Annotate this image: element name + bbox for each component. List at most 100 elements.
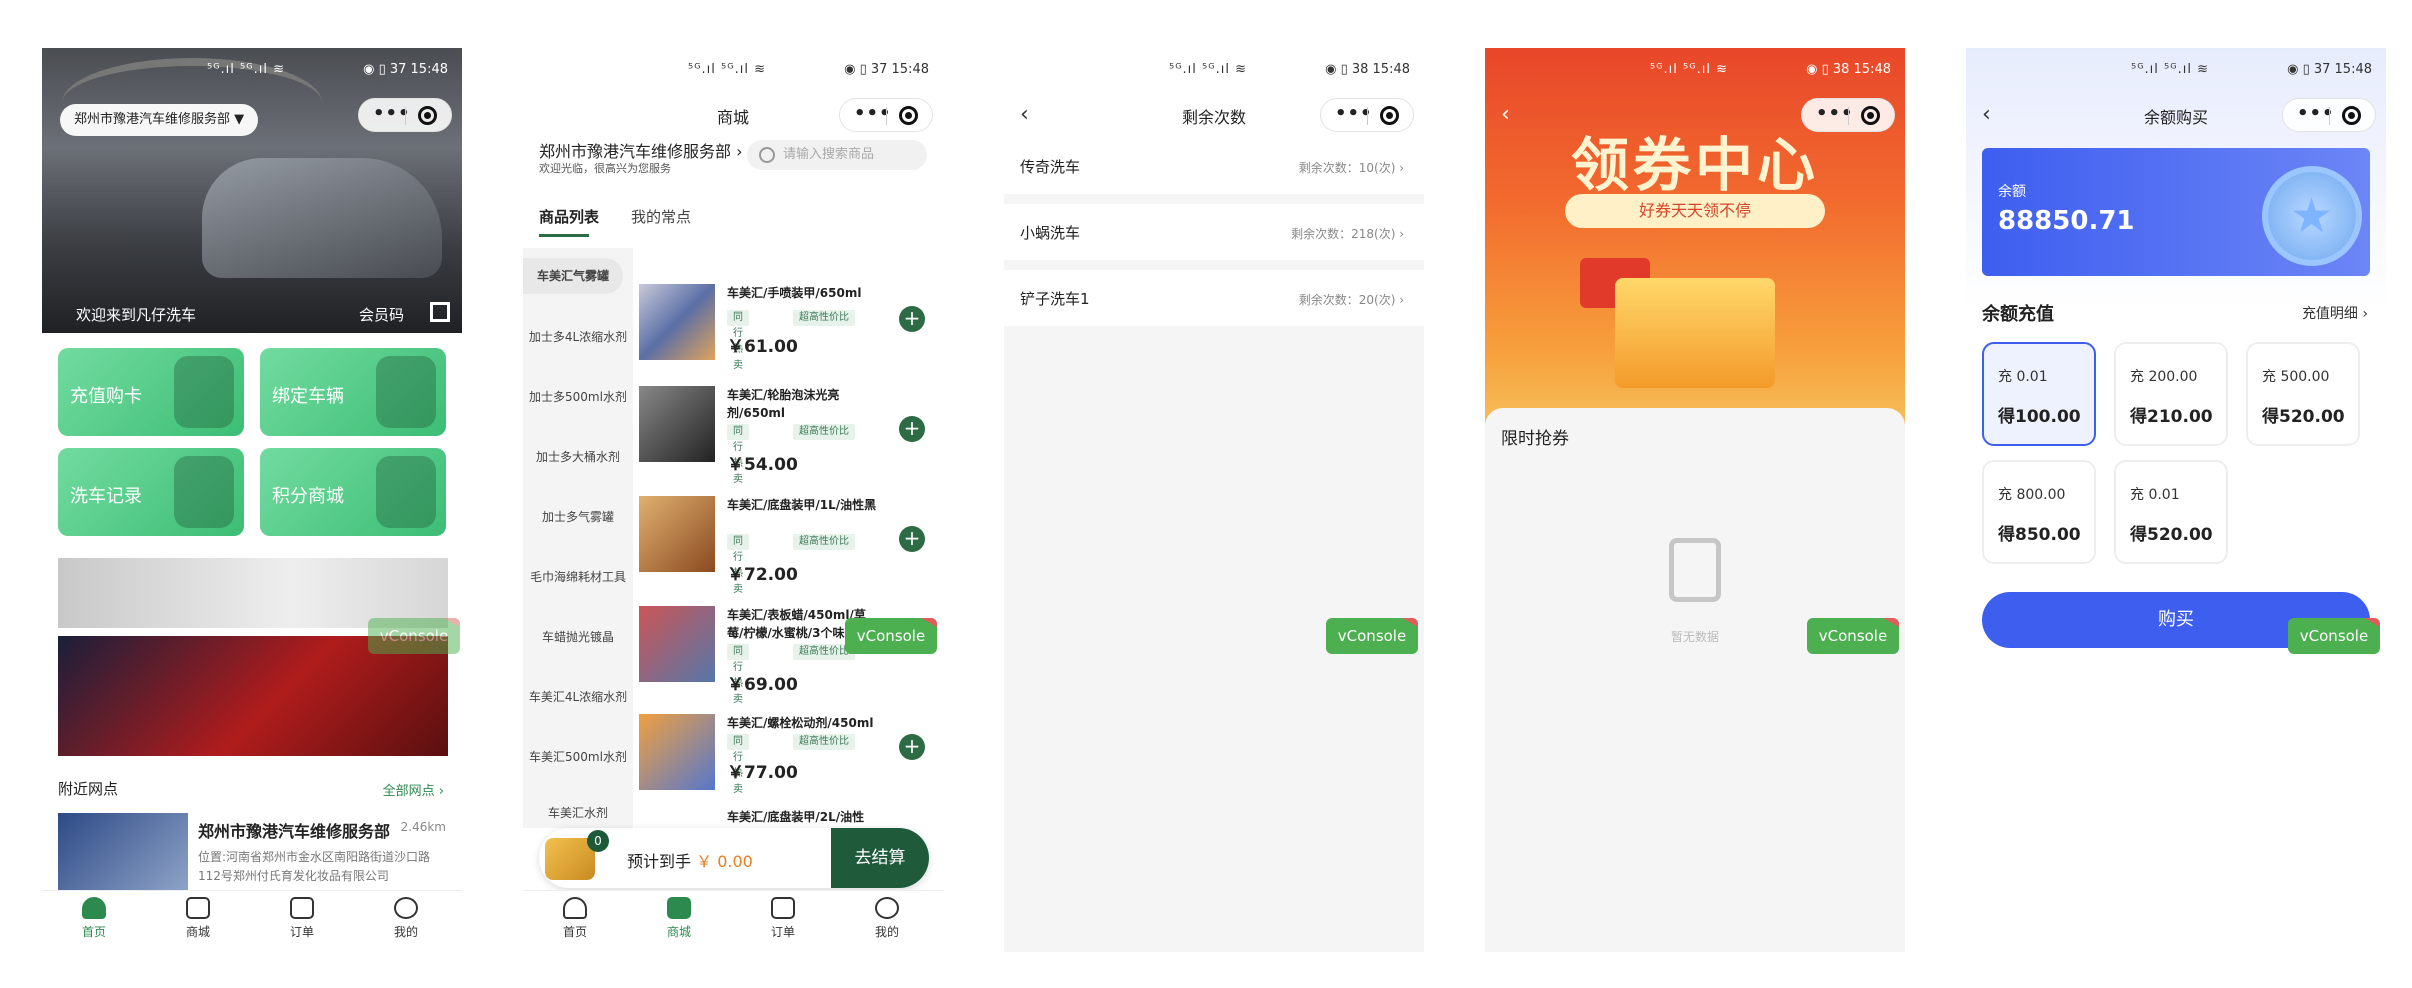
recharge-detail-link[interactable]: 充值明细 ›: [2302, 303, 2368, 323]
signal-icon: ⁵ᴳ.ıl ⁵ᴳ.ıl ≋: [1169, 62, 1247, 77]
recharge-option[interactable]: 充 500.00 得520.00: [2246, 342, 2360, 446]
empty-document-icon: [1669, 538, 1721, 602]
store-name[interactable]: 郑州市豫港汽车维修服务部 ›: [539, 138, 743, 162]
tab-mine[interactable]: 我的: [376, 897, 436, 940]
wash-count-row[interactable]: 铲子洗车1 剩余次数：20(次) ›: [1004, 270, 1424, 326]
category-item[interactable]: 车美汇500ml水剂: [523, 748, 633, 765]
cart-count-badge: 0: [587, 830, 609, 852]
product-item[interactable]: 车美汇/底盘装甲/1L/油性黑 同行热卖 超高性价比 ￥72.00 +: [639, 488, 939, 595]
tab-bar: 首页 商城 订单 我的: [523, 890, 943, 952]
recharge-option[interactable]: 充 200.00 得210.00: [2114, 342, 2228, 446]
option-charge: 充 200.00: [2130, 369, 2198, 385]
category-item[interactable]: 车蜡抛光镀晶: [523, 628, 633, 645]
recharge-card-button[interactable]: 充值购卡: [58, 348, 244, 436]
close-target-icon[interactable]: [1380, 106, 1399, 125]
shop-address: 位置:河南省郑州市金水区南阳路街道沙口路112号郑州付氏育发化妆品有限公司: [198, 850, 431, 883]
promo-banner-red[interactable]: [58, 636, 448, 756]
product-name: 车美汇/轮胎泡沫光亮剂/650ml: [727, 388, 840, 420]
option-get: 得520.00: [2262, 407, 2345, 427]
miniprogram-capsule: •••: [2282, 98, 2376, 132]
signal-icon: ⁵ᴳ.ıl ⁵ᴳ.ıl ≋: [688, 62, 766, 77]
tab-mall[interactable]: 商城: [649, 897, 709, 940]
product-name: 车美汇/底盘装甲/2L/油性: [727, 810, 865, 824]
recharge-option[interactable]: 充 800.00 得850.00: [1982, 460, 2096, 564]
category-item[interactable]: 加士多大桶水剂: [523, 448, 633, 465]
checkout-button[interactable]: 去结算: [831, 828, 929, 888]
product-item[interactable]: 车美汇/螺栓松动剂/450ml 同行热卖 超高性价比 ￥77.00 +: [639, 706, 939, 810]
all-points-link[interactable]: 全部网点 ›: [383, 780, 444, 799]
category-item[interactable]: 毛巾海绵耗材工具: [523, 568, 633, 585]
tab-label: 我的: [393, 925, 418, 939]
signal-icon: ⁵ᴳ.ıl ⁵ᴳ.ıl ≋: [1650, 62, 1728, 77]
balance-screen: ⁵ᴳ.ıl ⁵ᴳ.ıl ≋ ◉ ▯ 37 15:48 ‹ 余额购买 ••• 余额…: [1966, 48, 2386, 952]
store-icon: [186, 897, 210, 919]
limited-coupon-title: 限时抢券: [1501, 429, 1569, 449]
category-item[interactable]: 车美汇水剂: [523, 804, 633, 821]
tab-mine[interactable]: 我的: [857, 897, 917, 940]
tag-value: 超高性价比: [793, 734, 855, 750]
search-input[interactable]: 请输入搜索商品: [747, 140, 927, 170]
tab-home[interactable]: 首页: [64, 897, 124, 940]
signal-icon: ⁵ᴳ.ıl ⁵ᴳ.ıl ≋: [2131, 62, 2209, 77]
tab-home[interactable]: 首页: [545, 897, 605, 940]
hero-banner[interactable]: [42, 48, 462, 333]
tab-label: 订单: [770, 925, 795, 939]
product-item[interactable]: 车美汇/轮胎泡沫光亮剂/650ml 同行热卖 超高性价比 ￥54.00 +: [639, 378, 939, 485]
tab-orders[interactable]: 订单: [272, 897, 332, 940]
store-welcome: 欢迎光临，很高兴为您服务: [539, 162, 671, 175]
tab-mall[interactable]: 商城: [168, 897, 228, 940]
shop-image[interactable]: [58, 813, 188, 893]
vconsole-button[interactable]: vConsole: [1326, 618, 1418, 654]
vconsole-button[interactable]: vConsole: [368, 618, 460, 654]
points-mall-button[interactable]: 积分商城: [260, 448, 446, 536]
miniprogram-capsule: •••: [1320, 98, 1414, 132]
recharge-option[interactable]: 充 0.01 得520.00: [2114, 460, 2228, 564]
add-to-cart-button[interactable]: +: [899, 734, 925, 760]
shop-name[interactable]: 郑州市豫港汽车维修服务部: [198, 818, 390, 842]
tag-hot: 同行热卖: [727, 310, 749, 371]
vconsole-button[interactable]: vConsole: [845, 618, 937, 654]
category-item[interactable]: 车美汇4L浓缩水剂: [523, 688, 633, 705]
tab-product-list[interactable]: 商品列表: [539, 206, 599, 227]
category-item[interactable]: 加士多500ml水剂: [523, 388, 633, 405]
close-target-icon[interactable]: [2342, 106, 2361, 125]
member-code-button[interactable]: 会员码: [359, 304, 404, 325]
product-price: ￥72.00: [727, 565, 798, 585]
add-to-cart-button[interactable]: +: [899, 526, 925, 552]
wash-count-row[interactable]: 小蜗洗车 剩余次数：218(次) ›: [1004, 204, 1424, 260]
vconsole-button[interactable]: vConsole: [2288, 618, 2380, 654]
category-item[interactable]: 车美汇气雾罐: [523, 258, 623, 294]
capsule-divider: [1367, 107, 1368, 125]
order-icon: [290, 897, 314, 919]
wash-count-row[interactable]: 传奇洗车 剩余次数：10(次) ›: [1004, 138, 1424, 194]
tab-label: 我的: [874, 925, 899, 939]
car-repair-icon: [376, 356, 436, 428]
status-bar: ⁵ᴳ.ıl ⁵ᴳ.ıl ≋ ◉ ▯ 37 15:48: [42, 62, 462, 78]
product-item[interactable]: 车美汇/底盘装甲/2L/油性: [639, 800, 939, 830]
coupon-panel: [1485, 408, 1905, 952]
recharge-option[interactable]: 充 0.01 得100.00: [1982, 342, 2096, 446]
tag-hot: 同行热卖: [727, 734, 749, 795]
close-target-icon[interactable]: [418, 106, 437, 125]
product-item[interactable]: 车美汇/手喷装甲/650ml 同行热卖 超高性价比 ￥61.00 +: [639, 276, 939, 380]
add-to-cart-button[interactable]: +: [899, 306, 925, 332]
location-selector[interactable]: 郑州市豫港汽车维修服务部 ▼: [60, 104, 259, 136]
close-target-icon[interactable]: [899, 106, 918, 125]
tag-hot: 同行热卖: [727, 534, 749, 595]
tab-frequent[interactable]: 我的常点: [631, 206, 691, 227]
vconsole-button[interactable]: vConsole: [1807, 618, 1899, 654]
add-to-cart-button[interactable]: +: [899, 416, 925, 442]
category-item[interactable]: 加士多气雾罐: [523, 508, 633, 525]
status-bar: ⁵ᴳ.ıl ⁵ᴳ.ıl ≋ ◉ ▯ 37 15:48: [523, 62, 943, 78]
category-item[interactable]: 加士多4L浓缩水剂: [523, 328, 633, 345]
option-get: 得850.00: [1998, 525, 2081, 545]
shop-distance: 2.46km: [400, 820, 446, 834]
wash-name: 铲子洗车1: [1020, 290, 1090, 308]
wash-record-button[interactable]: 洗车记录: [58, 448, 244, 536]
wash-count: 剩余次数：10(次) ›: [1298, 161, 1404, 175]
qr-code-icon[interactable]: [430, 302, 450, 322]
tab-orders[interactable]: 订单: [753, 897, 813, 940]
estimate-value: ￥ 0.00: [696, 852, 753, 871]
bind-vehicle-button[interactable]: 绑定车辆: [260, 348, 446, 436]
tab-underline: [539, 234, 589, 237]
